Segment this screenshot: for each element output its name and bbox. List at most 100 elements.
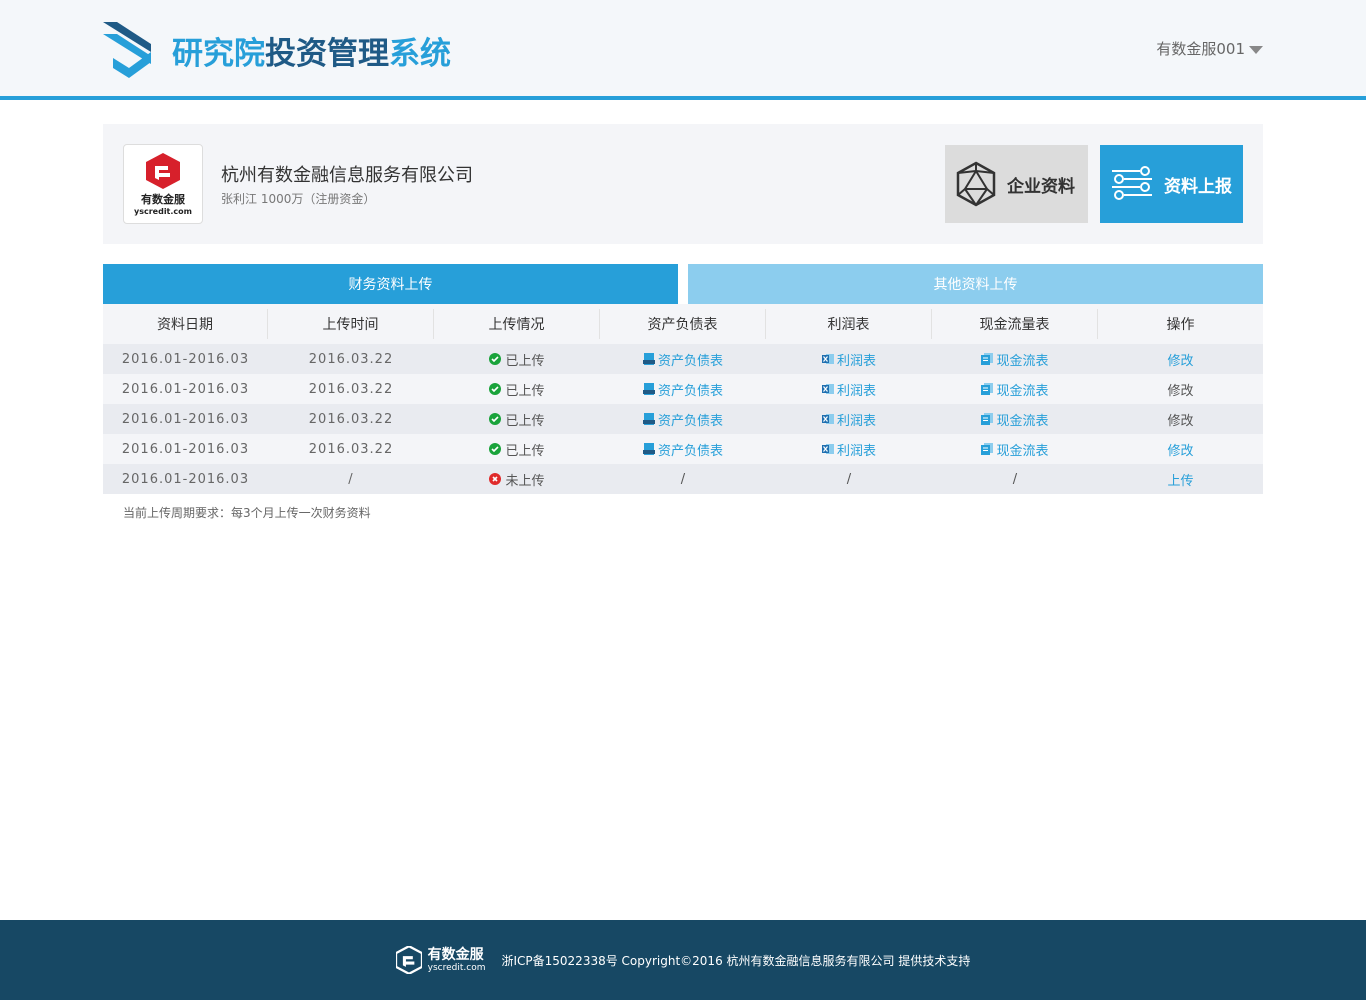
- document-file-icon: [981, 413, 994, 425]
- cash-flow-label: 现金流表: [996, 443, 1049, 459]
- status-label: 未上传: [505, 473, 545, 489]
- cell-date: 2016.01-2016.03: [121, 381, 250, 397]
- column-header: 利润表: [766, 309, 932, 339]
- edit-link[interactable]: 修改: [1167, 350, 1193, 369]
- company-info-label: 企业资料: [1007, 176, 1075, 197]
- check-circle-icon: [489, 413, 502, 425]
- company-name: 杭州有数金融信息服务有限公司: [221, 165, 473, 186]
- system-title-part3: 系统: [389, 36, 451, 72]
- balance-sheet-link[interactable]: 资产负债表: [642, 440, 723, 459]
- company-logo: 有数金服 yscredit.com: [123, 144, 203, 224]
- table-row: 2016.01-2016.03 2016.03.22 已上传 资产负债表 利润表…: [103, 434, 1263, 464]
- table-row: 2016.01-2016.03 / 未上传 / / / 上传: [103, 464, 1263, 494]
- cell-date: 2016.01-2016.03: [121, 441, 250, 457]
- profit-statement-label: 利润表: [836, 443, 876, 459]
- balance-sheet-label: 资产负债表: [657, 383, 723, 399]
- company-panel: 有数金服 yscredit.com 杭州有数金融信息服务有限公司 张利江 100…: [103, 124, 1263, 244]
- cell-date: 2016.01-2016.03: [121, 351, 250, 367]
- column-header: 操作: [1166, 317, 1195, 333]
- balance-sheet-label: 资产负债表: [657, 353, 723, 369]
- column-header: 资料日期: [103, 309, 268, 339]
- balance-sheet-label: 资产负债表: [657, 443, 723, 459]
- cell-date: 2016.01-2016.03: [121, 471, 250, 487]
- excel-file-icon: [821, 414, 834, 424]
- cell-upload-time: 2016.03.22: [308, 441, 394, 457]
- status-label: 已上传: [505, 413, 545, 429]
- pdf-file-icon: [642, 383, 655, 395]
- upload-cycle-note: 当前上传周期要求：每3个月上传一次财务资料: [123, 506, 371, 520]
- system-logo-icon: [103, 22, 151, 78]
- user-menu[interactable]: 有数金服001: [1156, 38, 1263, 59]
- edit-link[interactable]: 修改: [1167, 410, 1193, 429]
- column-header: 资产负债表: [600, 309, 766, 339]
- cash-flow-link[interactable]: 现金流表: [981, 440, 1049, 459]
- profit-statement-link[interactable]: 利润表: [821, 410, 876, 429]
- cell-date: 2016.01-2016.03: [121, 411, 250, 427]
- company-info-button[interactable]: 企业资料: [945, 145, 1088, 223]
- status-label: 已上传: [505, 353, 545, 369]
- cell-upload-time: 2016.03.22: [308, 411, 394, 427]
- profit-statement-link[interactable]: 利润表: [821, 350, 876, 369]
- status-uploaded: 已上传: [489, 380, 545, 399]
- status-uploaded: 已上传: [489, 440, 545, 459]
- status-not-uploaded: 未上传: [489, 470, 545, 489]
- upload-link[interactable]: 上传: [1167, 470, 1193, 489]
- profit-statement-link[interactable]: 利润表: [821, 440, 876, 459]
- company-logo-cn: 有数金服: [141, 192, 185, 206]
- column-header: 现金流量表: [932, 309, 1098, 339]
- user-name: 有数金服001: [1156, 40, 1245, 58]
- footer-logo-icon: [395, 946, 422, 974]
- cash-flow-link[interactable]: 现金流表: [981, 350, 1049, 369]
- company-logo-icon: [146, 152, 180, 189]
- footer: 有数金服 yscredit.com 浙ICP备15022338号 Copyrig…: [0, 920, 1366, 1000]
- cell-profit-empty: /: [846, 471, 852, 487]
- document-file-icon: [981, 353, 994, 365]
- table-header: 资料日期 上传时间 上传情况 资产负债表 利润表 现金流量表 操作: [103, 304, 1263, 344]
- profit-statement-label: 利润表: [836, 383, 876, 399]
- cash-flow-link[interactable]: 现金流表: [981, 410, 1049, 429]
- table-row: 2016.01-2016.03 2016.03.22 已上传 资产负债表 利润表…: [103, 344, 1263, 374]
- cash-flow-link[interactable]: 现金流表: [981, 380, 1049, 399]
- status-label: 已上传: [505, 443, 545, 459]
- balance-sheet-link[interactable]: 资产负债表: [642, 410, 723, 429]
- balance-sheet-link[interactable]: 资产负债表: [642, 350, 723, 369]
- footer-logo: 有数金服 yscredit.com: [395, 946, 486, 974]
- data-report-label: 资料上报: [1164, 176, 1232, 197]
- cash-flow-label: 现金流表: [996, 413, 1049, 429]
- status-uploaded: 已上传: [489, 410, 545, 429]
- check-circle-icon: [489, 383, 502, 395]
- balance-sheet-link[interactable]: 资产负债表: [642, 380, 723, 399]
- footer-copyright: 浙ICP备15022338号 Copyright©2016 杭州有数金融信息服务…: [501, 953, 971, 968]
- system-title: 研究院投资管理系统: [172, 28, 451, 73]
- data-report-button[interactable]: 资料上报: [1100, 145, 1243, 223]
- caret-down-icon: [1249, 45, 1263, 54]
- cell-upload-time: 2016.03.22: [308, 351, 394, 367]
- balance-sheet-label: 资产负债表: [657, 413, 723, 429]
- company-subtitle: 张利江 1000万（注册资金）: [221, 192, 376, 206]
- profit-statement-link[interactable]: 利润表: [821, 380, 876, 399]
- check-circle-icon: [489, 353, 502, 365]
- pdf-file-icon: [642, 353, 655, 365]
- tab-financial-upload[interactable]: 财务资料上传: [103, 264, 678, 304]
- profit-statement-label: 利润表: [836, 353, 876, 369]
- pdf-file-icon: [642, 443, 655, 455]
- edit-link[interactable]: 修改: [1167, 380, 1193, 399]
- system-title-part2: 投资管理: [265, 36, 389, 72]
- circuit-lines-icon: [1112, 166, 1152, 200]
- column-header: 上传情况: [434, 309, 600, 339]
- document-file-icon: [981, 383, 994, 395]
- cell-balance-empty: /: [680, 471, 686, 487]
- tab-other-upload[interactable]: 其他资料上传: [688, 264, 1263, 304]
- financial-table: 资料日期 上传时间 上传情况 资产负债表 利润表 现金流量表 操作 2016.0…: [103, 304, 1263, 494]
- edit-link[interactable]: 修改: [1167, 440, 1193, 459]
- cash-flow-label: 现金流表: [996, 383, 1049, 399]
- footer-logo-en: yscredit.com: [427, 962, 486, 973]
- check-circle-icon: [489, 443, 502, 455]
- footer-logo-cn: 有数金服: [427, 946, 484, 963]
- excel-file-icon: [821, 354, 834, 364]
- system-title-part1: 研究院: [172, 36, 265, 72]
- status-label: 已上传: [505, 383, 545, 399]
- excel-file-icon: [821, 444, 834, 454]
- error-circle-icon: [489, 473, 502, 485]
- excel-file-icon: [821, 384, 834, 394]
